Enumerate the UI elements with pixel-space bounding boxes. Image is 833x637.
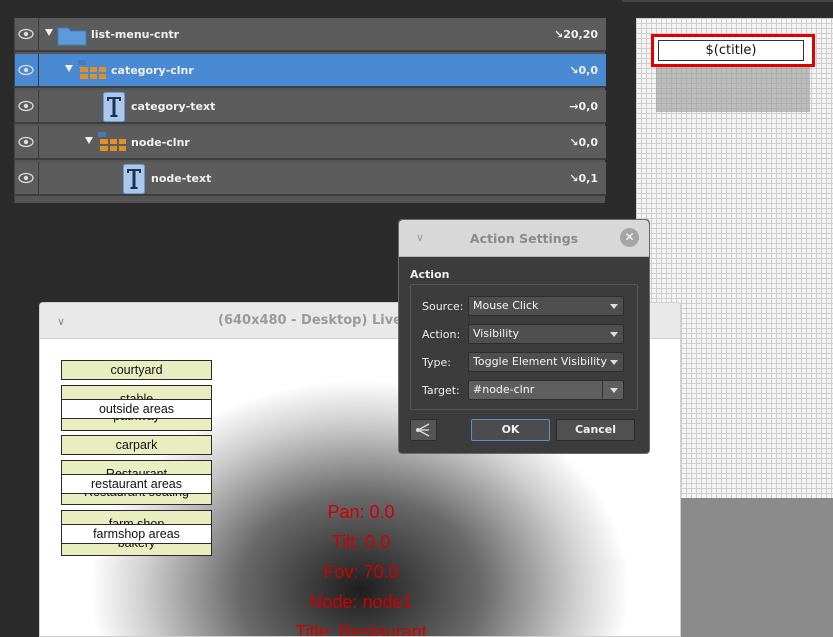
layer-row-list-menu-cntr[interactable]: list-menu-cntr ↘20,20: [15, 18, 606, 52]
node-picker-button[interactable]: [410, 419, 437, 441]
layer-anchor: ↘20,20: [553, 28, 598, 41]
source-label: Source:: [422, 300, 464, 313]
action-select[interactable]: Visibility: [468, 324, 624, 344]
layers-panel: list-menu-cntr ↘20,20 category-clnr ↘0,0…: [14, 18, 606, 203]
type-select[interactable]: Toggle Element Visibility: [468, 352, 624, 372]
eye-icon[interactable]: [15, 126, 39, 158]
target-combo[interactable]: #node-clnr: [468, 380, 624, 400]
type-value: Toggle Element Visibility: [473, 355, 608, 368]
menu-item-courtyard[interactable]: courtyard: [61, 360, 212, 380]
cancel-button[interactable]: Cancel: [556, 419, 635, 441]
dialog-titlebar[interactable]: ∨ Action Settings ✕: [399, 220, 649, 257]
layer-row-node-text[interactable]: node-text ↘0,1: [15, 162, 606, 196]
layer-name: node-clnr: [131, 136, 190, 149]
layer-name: node-text: [151, 172, 212, 185]
expand-arrow-icon[interactable]: [45, 29, 53, 36]
node-readout: Node: node1: [309, 592, 413, 612]
canvas-selected-element[interactable]: $(ctitle): [651, 34, 815, 67]
eye-icon[interactable]: [15, 90, 39, 122]
expand-arrow-icon[interactable]: [85, 137, 93, 144]
layer-name: category-clnr: [111, 64, 194, 77]
menu-item-outside-areas[interactable]: outside areas: [61, 399, 212, 419]
ctitle-text-box[interactable]: $(ctitle): [658, 40, 804, 61]
layer-name: category-text: [131, 100, 216, 113]
action-group-label: Action: [410, 268, 450, 281]
layer-anchor: ↘0,0: [569, 136, 598, 149]
dialog-title: Action Settings: [469, 231, 579, 246]
target-label: Target:: [422, 384, 460, 397]
eye-icon[interactable]: [15, 18, 39, 50]
eye-icon[interactable]: [15, 54, 39, 86]
chevron-down-icon[interactable]: [610, 388, 618, 393]
eye-icon[interactable]: [15, 162, 39, 194]
chevron-down-icon[interactable]: ∨: [57, 315, 65, 328]
type-label: Type:: [422, 356, 451, 369]
menu-item-restaurant-areas[interactable]: restaurant areas: [61, 474, 212, 494]
layer-anchor: →0,0: [569, 100, 598, 113]
layer-row-category-clnr[interactable]: category-clnr ↘0,0: [15, 54, 606, 88]
layer-anchor: ↘0,0: [569, 64, 598, 77]
source-value: Mouse Click: [473, 299, 539, 312]
layer-row-node-clnr[interactable]: node-clnr ↘0,0: [15, 126, 606, 160]
close-icon[interactable]: ✕: [620, 228, 639, 247]
fov-readout: Fov: 70.0: [323, 562, 399, 582]
layer-name: list-menu-cntr: [91, 28, 180, 41]
tilt-readout: Tilt: 0.0: [331, 532, 391, 552]
chevron-down-icon: [610, 332, 618, 337]
action-settings-dialog: ∨ Action Settings ✕ Action Source: Mouse…: [398, 219, 650, 454]
menu-item-carpark[interactable]: carpark: [61, 435, 212, 455]
title-readout: Title: Restaurant: [295, 622, 427, 637]
canvas-selection-shadow: [656, 66, 810, 112]
ok-button[interactable]: OK: [471, 419, 550, 441]
layer-anchor: ↘0,1: [569, 172, 598, 185]
combo-separator: [602, 381, 603, 399]
action-label: Action:: [422, 328, 461, 341]
share-nodes-icon: [416, 423, 430, 437]
pan-readout: Pan: 0.0: [327, 502, 395, 522]
action-value: Visibility: [473, 327, 520, 340]
layer-row-category-text[interactable]: category-text →0,0: [15, 90, 606, 124]
expand-arrow-icon[interactable]: [65, 65, 73, 72]
source-select[interactable]: Mouse Click: [468, 296, 624, 316]
target-value[interactable]: #node-clnr: [473, 383, 534, 396]
canvas-panel-header: [622, 0, 833, 2]
chevron-down-icon: [610, 360, 618, 365]
chevron-down-icon: [610, 304, 618, 309]
